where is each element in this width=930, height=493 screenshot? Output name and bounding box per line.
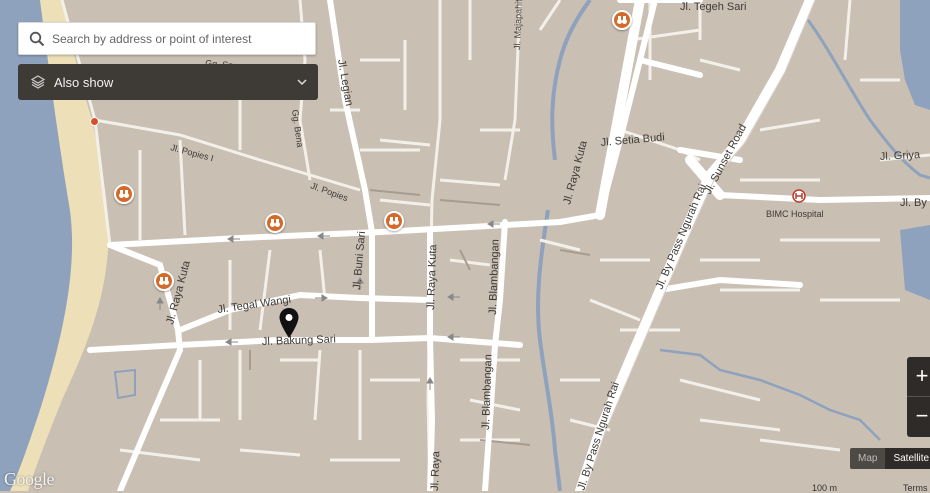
binoculars-icon bbox=[617, 16, 627, 24]
label-raya-south: Jl. Raya bbox=[429, 450, 442, 491]
scale-bar: 100 m bbox=[812, 483, 838, 493]
terms-link[interactable]: Terms bbox=[903, 483, 928, 493]
label-bimc: BIMC Hospital bbox=[766, 209, 824, 219]
poi-marker-1[interactable] bbox=[612, 10, 632, 30]
location-dot[interactable] bbox=[90, 117, 99, 126]
map-type-map-button[interactable]: Map bbox=[850, 448, 886, 469]
layers-icon bbox=[30, 74, 46, 90]
search-box[interactable] bbox=[18, 22, 316, 55]
chevron-down-icon bbox=[296, 76, 308, 88]
binoculars-icon bbox=[119, 190, 129, 198]
label-tegeh-sari: Jl. Tegeh Sari bbox=[680, 1, 746, 13]
label-griya: Jl. Griya bbox=[880, 149, 922, 163]
zoom-control: + − bbox=[907, 357, 930, 437]
poi-marker-5[interactable] bbox=[154, 271, 174, 291]
search-icon bbox=[29, 31, 45, 47]
binoculars-icon bbox=[159, 277, 169, 285]
map-type-toggle: Map Satellite bbox=[850, 448, 930, 469]
also-show-dropdown[interactable]: Also show bbox=[18, 64, 318, 100]
label-raya-kuta-mid: Jl. Raya Kuta bbox=[425, 243, 439, 310]
poi-marker-2[interactable] bbox=[114, 184, 134, 204]
label-bypass-east: Jl. By bbox=[900, 197, 927, 209]
zoom-out-button[interactable]: − bbox=[907, 397, 930, 435]
google-logo: Google bbox=[4, 469, 55, 489]
poi-marker-4[interactable] bbox=[384, 211, 404, 231]
binoculars-icon bbox=[389, 217, 399, 225]
map-type-satellite-button[interactable]: Satellite bbox=[885, 448, 930, 469]
binoculars-icon bbox=[270, 219, 280, 227]
poi-marker-3[interactable] bbox=[265, 213, 285, 233]
zoom-in-button[interactable]: + bbox=[907, 357, 930, 395]
also-show-label: Also show bbox=[54, 74, 114, 90]
label-majapahit: Jl. Majapahit bbox=[512, 0, 524, 50]
hospital-icon[interactable] bbox=[792, 189, 806, 203]
search-input[interactable] bbox=[50, 30, 304, 47]
location-pin-icon[interactable] bbox=[278, 307, 300, 339]
